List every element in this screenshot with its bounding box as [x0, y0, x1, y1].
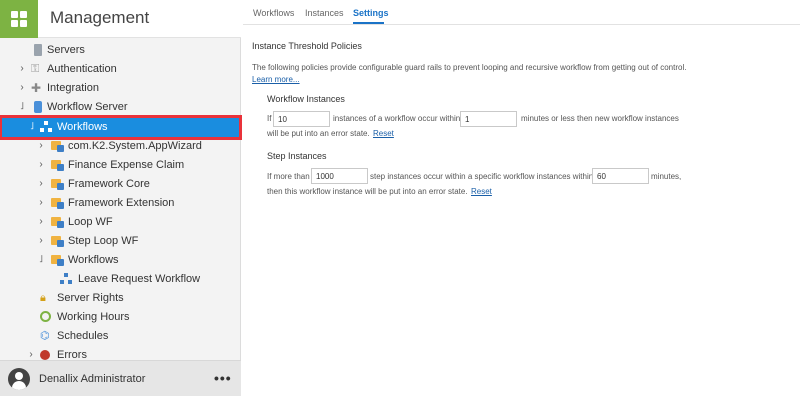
avatar[interactable] — [8, 368, 30, 390]
app-title: Management — [50, 8, 150, 27]
tree-item-server-rights[interactable]: 🔒︎ Server Rights — [0, 289, 241, 308]
step-instances-line2-text: then this workflow instance will be put … — [267, 187, 468, 196]
tree-item-label: Step Loop WF — [68, 235, 139, 247]
step-instances-minutes-input[interactable] — [592, 168, 649, 184]
workflow-icon — [40, 121, 52, 133]
user-footer: Denallix Administrator ••• — [0, 360, 241, 396]
tree-item-leave-request-workflow[interactable]: Leave Request Workflow — [0, 270, 241, 289]
chevron-right-icon[interactable]: › — [17, 63, 27, 75]
tree-item-label: Framework Extension — [68, 197, 175, 209]
tree-item-framework-extension[interactable]: › Framework Extension — [0, 194, 241, 213]
tree-item-finance-expense-claim[interactable]: › Finance Expense Claim — [0, 156, 241, 175]
policy-description: The following policies provide configura… — [252, 63, 687, 72]
tree-item-label: Servers — [47, 44, 85, 56]
tree-item-appwizard[interactable]: › com.K2.System.AppWizard — [0, 137, 241, 156]
workflow-instances-after-text: minutes or less then new workflow instan… — [521, 114, 679, 123]
tree-item-label: Framework Core — [68, 178, 150, 190]
step-instances-after-text: minutes, — [651, 172, 682, 181]
workflow-icon — [60, 273, 72, 285]
tree-item-loop-wf[interactable]: › Loop WF — [0, 213, 241, 232]
active-tab-indicator — [353, 22, 384, 24]
tree-item-workflows-folder[interactable]: ˩ Workflows — [0, 251, 241, 270]
tab-settings[interactable]: Settings — [353, 8, 389, 18]
tree-item-label: Loop WF — [68, 216, 113, 228]
tree-item-workflows[interactable]: ˩ Workflows — [0, 115, 242, 140]
tree-item-label: Server Rights — [57, 292, 124, 304]
tree-item-label: Schedules — [57, 330, 109, 342]
collapse-icon[interactable]: ˩ — [17, 101, 27, 113]
tree-item-label: Leave Request Workflow — [78, 273, 201, 285]
tree-item-working-hours[interactable]: Working Hours — [0, 308, 241, 327]
workflow-folder-icon — [51, 159, 64, 171]
schedule-icon: ⌬ — [40, 330, 50, 342]
tree-item-integration[interactable]: › ✚ Integration — [0, 79, 241, 98]
tab-bar: Workflows Instances Settings — [243, 0, 800, 25]
workflow-folder-icon — [51, 235, 64, 247]
tree-item-workflow-server[interactable]: ˩ Workflow Server — [0, 98, 241, 117]
step-instances-if-text: If more than — [267, 172, 310, 181]
tab-instances[interactable]: Instances — [305, 8, 344, 18]
step-instances-mid-text: step instances occur within a specific w… — [370, 172, 594, 181]
tree-item-label: Workflow Server — [47, 101, 128, 113]
workflow-instances-reset-link[interactable]: Reset — [373, 129, 394, 138]
workflow-instances-mid-text: instances of a workflow occur within — [333, 114, 461, 123]
tree-item-label: com.K2.System.AppWizard — [68, 140, 202, 152]
tree-item-label: Workflows — [57, 121, 108, 133]
chevron-right-icon[interactable]: › — [36, 159, 46, 171]
chevron-right-icon[interactable]: › — [36, 178, 46, 190]
clock-icon — [40, 311, 51, 322]
user-name: Denallix Administrator — [39, 373, 146, 385]
lock-icon: 🔒︎ — [40, 292, 46, 304]
workflow-folder-icon — [51, 178, 64, 190]
workflow-instances-if-text: If — [267, 114, 272, 123]
chevron-right-icon[interactable]: › — [36, 235, 46, 247]
chevron-right-icon[interactable]: › — [36, 140, 46, 152]
tree-item-label: Authentication — [47, 63, 117, 75]
workflow-folder-icon — [51, 254, 64, 266]
chevron-right-icon[interactable]: › — [36, 197, 46, 209]
page-title: Instance Threshold Policies — [252, 41, 362, 51]
tree-item-authentication[interactable]: › ⚿ Authentication — [0, 60, 241, 79]
collapse-icon[interactable]: ˩ — [27, 121, 37, 133]
workflow-instances-count-input[interactable] — [273, 111, 330, 127]
tab-workflows[interactable]: Workflows — [253, 8, 294, 18]
sidebar: Management Servers › ⚿ Authentication › … — [0, 0, 242, 396]
sidebar-header: Management — [0, 0, 241, 38]
tree-item-step-loop-wf[interactable]: › Step Loop WF — [0, 232, 241, 251]
tree-item-label: Working Hours — [57, 311, 130, 323]
workflow-instances-title: Workflow Instances — [267, 94, 345, 104]
tree-item-schedules[interactable]: ⌬ Schedules — [0, 327, 241, 346]
collapse-icon[interactable]: ˩ — [36, 254, 46, 266]
learn-more-link[interactable]: Learn more... — [252, 75, 300, 84]
more-options-button[interactable]: ••• — [214, 370, 232, 386]
puzzle-icon: ✚ — [31, 81, 42, 95]
server-icon — [34, 44, 42, 56]
step-instances-count-input[interactable] — [311, 168, 368, 184]
key-icon: ⚿ — [31, 63, 40, 75]
workflow-folder-icon — [51, 140, 64, 152]
workflow-folder-icon — [51, 216, 64, 228]
workflow-instances-line2-text: will be put into an error state. — [267, 129, 370, 138]
tree-item-framework-core[interactable]: › Framework Core — [0, 175, 241, 194]
chevron-right-icon[interactable]: › — [36, 216, 46, 228]
chevron-right-icon[interactable]: › — [17, 82, 27, 94]
tree-item-label: Finance Expense Claim — [68, 159, 185, 171]
tree-item-label: Integration — [47, 82, 99, 94]
tree-item-label: Workflows — [68, 254, 119, 266]
workflow-server-icon — [34, 101, 42, 113]
workflow-folder-icon — [51, 197, 64, 209]
error-icon — [40, 350, 50, 360]
step-instances-title: Step Instances — [267, 151, 327, 161]
step-instances-reset-link[interactable]: Reset — [471, 187, 492, 196]
tree-item-servers[interactable]: Servers — [0, 41, 241, 60]
app-grid-icon[interactable] — [0, 0, 38, 38]
workflow-instances-minutes-input[interactable] — [460, 111, 517, 127]
